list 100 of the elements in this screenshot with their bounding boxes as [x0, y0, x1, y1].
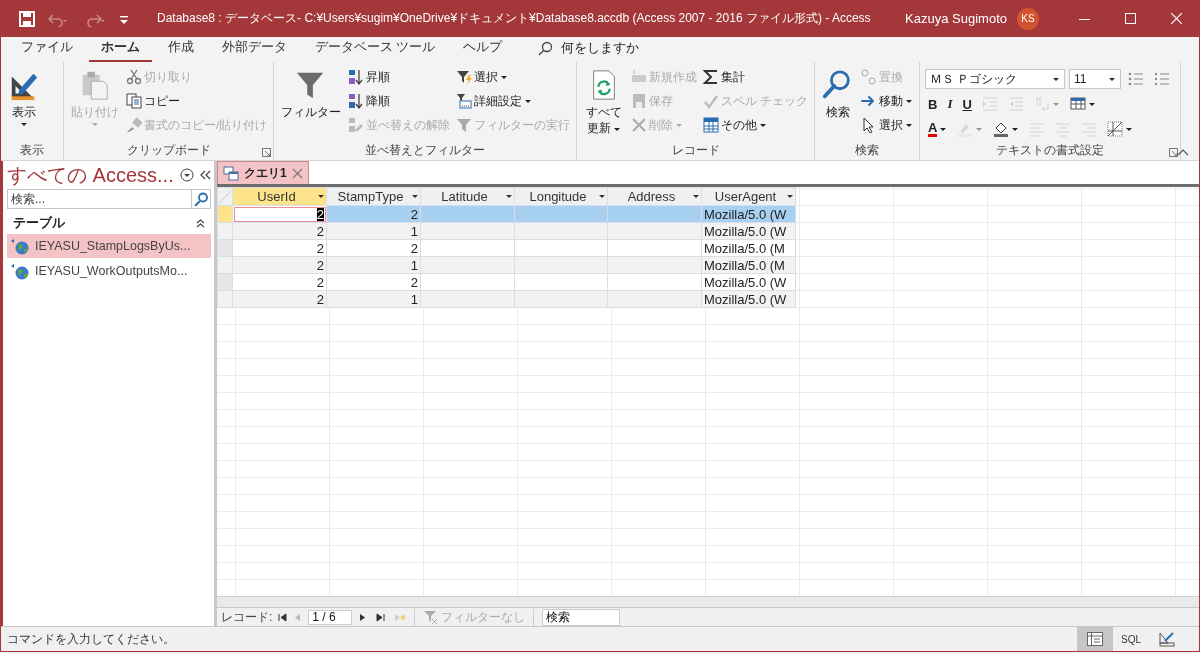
tell-me-field[interactable]: 何をしますか	[561, 40, 640, 57]
pane-title: すべての Access...	[7, 162, 174, 188]
datasheet-icon	[1087, 632, 1103, 646]
format-button[interactable]: U	[959, 94, 975, 114]
section-header[interactable]: テーブル	[13, 214, 65, 232]
bullet-list-icon	[1128, 71, 1144, 87]
delete-icon	[630, 117, 647, 133]
globe-icon	[11, 237, 29, 255]
ribbon-button[interactable]: 詳細設定	[455, 90, 572, 112]
group-label: 並べ替えとフィルター	[365, 142, 486, 159]
ribbon-button[interactable]: すべて更新	[582, 66, 626, 138]
checkmark-icon	[702, 93, 719, 109]
group-label: 表示	[20, 142, 44, 159]
window-title: Database8 : データベース- C:¥Users¥sugim¥OneDrive¥ドキュメント¥Database8.accdb (Access 2007 - 2016 ファイル形式) - Access	[157, 10, 872, 27]
caret-icon	[613, 127, 621, 132]
search-field[interactable]: 検索...	[7, 189, 191, 209]
highlighter-icon	[957, 121, 974, 137]
table-cell: 2	[326, 273, 421, 291]
caret-icon[interactable]	[506, 195, 512, 198]
dropdown-icon[interactable]	[180, 168, 194, 182]
document-tab[interactable]: クエリ1	[217, 161, 309, 184]
ribbon-button[interactable]: その他	[701, 114, 809, 136]
font-size-dropdown[interactable]: 11	[1069, 69, 1121, 89]
record-position-field[interactable]: 1 / 6	[308, 609, 353, 625]
collapse-pane-icon[interactable]	[200, 169, 211, 181]
table-item[interactable]: IEYASU_WorkOutputsMo...	[7, 259, 211, 283]
fill-color-icon	[993, 121, 1010, 137]
caret-icon	[1087, 101, 1096, 107]
sort-ascending-icon	[348, 69, 365, 85]
ribbon-button[interactable]: 昇順	[347, 66, 452, 88]
search-field[interactable]: 検索	[542, 608, 621, 626]
table-cell: Mozilla/5.0 (W	[701, 273, 796, 291]
clear-sort-icon	[348, 117, 365, 133]
format-button[interactable]: B	[925, 94, 941, 114]
format-button[interactable]: I	[944, 94, 956, 114]
ribbon-tab[interactable]: 作成	[156, 39, 206, 62]
table-icon	[702, 117, 719, 133]
column-header[interactable]: Latitude	[420, 187, 515, 206]
dialog-launcher-icon[interactable]	[262, 148, 272, 157]
ribbon-tab[interactable]: ホーム	[89, 39, 152, 62]
funnel-icon	[456, 93, 473, 109]
chevron-icon[interactable]	[196, 218, 205, 228]
column-header[interactable]: Address	[607, 187, 702, 206]
group-label: クリップボード	[126, 142, 211, 159]
search-button[interactable]	[191, 189, 211, 209]
ribbon-button[interactable]: 集計	[701, 66, 809, 88]
caret-icon[interactable]	[412, 195, 418, 198]
ribbon-button[interactable]: 表示	[6, 66, 42, 129]
caret-icon	[758, 122, 767, 128]
table-item[interactable]: IEYASU_StampLogsByUs...	[7, 234, 211, 258]
new-record-icon	[630, 69, 647, 85]
caret-icon[interactable]	[693, 195, 699, 198]
view-button[interactable]: SQL	[1113, 627, 1149, 651]
caret-icon	[91, 122, 99, 127]
font-name-dropdown[interactable]: ＭＳ Ｐゴシック	[925, 69, 1065, 89]
user-name: Kazuya Sugimoto	[905, 11, 1007, 26]
caret-icon[interactable]	[599, 195, 605, 198]
caret-icon	[975, 126, 984, 132]
close-icon[interactable]	[291, 167, 303, 179]
format-button[interactable]: A	[925, 119, 951, 139]
gridlines-icon	[1069, 96, 1086, 112]
column-header[interactable]: Longitude	[514, 187, 608, 206]
save-icon	[630, 93, 647, 109]
column-header[interactable]: UserId	[232, 187, 327, 206]
caret-icon	[1125, 126, 1134, 132]
ribbon-tab[interactable]: ヘルプ	[451, 39, 515, 62]
ribbon-button[interactable]: 選択	[455, 66, 572, 88]
alternate-row-icon	[1107, 121, 1124, 137]
ribbon-button[interactable]: コピー	[125, 90, 269, 112]
numbered-list-icon	[1154, 71, 1170, 87]
ribbon-button[interactable]: 移動	[860, 90, 914, 112]
column-header[interactable]: UserAgent	[701, 187, 796, 206]
search-icon	[538, 41, 554, 56]
caret-icon[interactable]	[318, 195, 324, 198]
group-label: テキストの書式設定	[996, 142, 1104, 159]
caret-icon	[905, 122, 913, 128]
ribbon-tab[interactable]: ファイル	[9, 39, 85, 62]
column-header[interactable]: StampType	[326, 187, 421, 206]
save-icon[interactable]	[19, 10, 35, 27]
maximize-icon[interactable]	[1124, 13, 1136, 24]
ribbon-button[interactable]: 降順	[347, 90, 452, 112]
customize-menu-icon[interactable]	[119, 13, 129, 24]
caret-icon	[500, 74, 509, 80]
caret-icon[interactable]	[787, 195, 793, 198]
funnel-icon	[456, 117, 473, 133]
caret-icon	[674, 122, 683, 128]
ribbon-tab[interactable]: データベース ツール	[303, 39, 448, 62]
table-cell: 2	[326, 239, 421, 257]
dialog-launcher-icon[interactable]	[1169, 148, 1178, 157]
caret-icon	[1051, 101, 1060, 107]
ribbon-button[interactable]: フィルター	[279, 66, 344, 122]
ribbon-button[interactable]: 検索	[820, 66, 856, 122]
sum-icon	[702, 69, 719, 85]
first-record-icon[interactable]	[278, 612, 288, 622]
collapse-ribbon-icon[interactable]	[1177, 148, 1189, 156]
record-label: レコード:	[221, 608, 273, 626]
ribbon-button[interactable]: 選択	[860, 114, 914, 136]
ribbon-tab[interactable]: 外部データ	[210, 39, 299, 62]
caret-icon	[1011, 126, 1020, 132]
view-button[interactable]	[1077, 627, 1113, 651]
